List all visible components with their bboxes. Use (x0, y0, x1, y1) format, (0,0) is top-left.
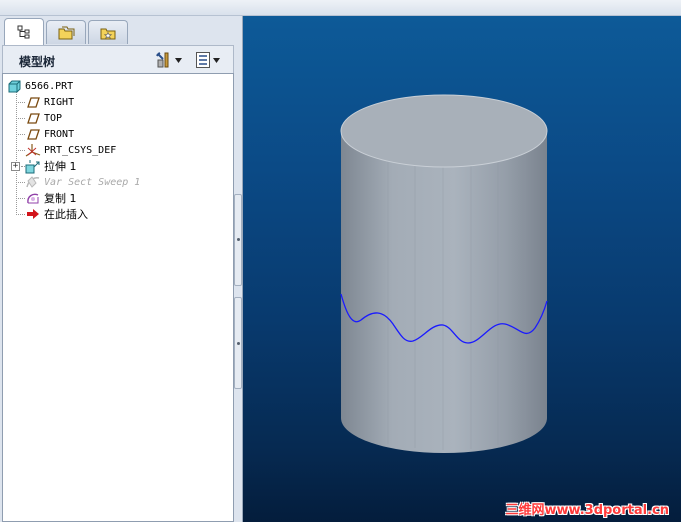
watermark-text: 三维网www.3dportal.cn (505, 503, 669, 518)
tree-root-label: 6566.PRT (25, 80, 74, 92)
graphics-viewport[interactable]: 三维网www.3dportal.cn (243, 16, 681, 522)
model-view (340, 94, 548, 453)
tree-connector (16, 89, 17, 215)
tree-root[interactable]: 6566.PRT (6, 78, 73, 94)
tree-item-label: TOP (44, 112, 63, 124)
tree-item-label: RIGHT (44, 96, 75, 108)
expand-toggle[interactable]: + (11, 162, 20, 171)
model-tree: 6566.PRT RIGHT TOP FRONT PRT_CSYS_DEF + … (2, 73, 234, 522)
tree-item-extrude[interactable]: 拉伸 1 (25, 158, 77, 174)
part-icon (6, 79, 22, 93)
tree-item-front[interactable]: FRONT (25, 126, 74, 142)
tree-show-button[interactable] (195, 50, 220, 70)
favorites-tab-icon (100, 28, 116, 39)
tab-folder-browser[interactable] (46, 20, 86, 44)
datum-plane-icon (25, 127, 41, 141)
tree-item-right[interactable]: RIGHT (25, 94, 74, 110)
tree-item-csys[interactable]: PRT_CSYS_DEF (25, 142, 116, 158)
tree-connector (16, 198, 25, 199)
tree-item-label: 拉伸 1 (44, 160, 77, 173)
model-tree-title: 模型树 (19, 55, 56, 69)
datum-plane-icon (25, 111, 41, 125)
tree-item-label: Var Sect Sweep 1 (44, 176, 141, 188)
tree-connector (16, 150, 25, 151)
navigator-tabs (2, 18, 242, 45)
tree-settings-icon (156, 52, 169, 68)
cylinder-top-face (340, 94, 548, 168)
pane-sash-upper[interactable] (234, 194, 242, 286)
tree-item-copy[interactable]: 复制 1 (25, 190, 77, 206)
navigator-pane: 模型树 6566.PRT RIGHT TOP FRONT PRT_CSYS_DE… (0, 16, 243, 522)
tree-item-label: 复制 1 (44, 192, 77, 205)
tree-connector (16, 134, 25, 135)
pane-sash-lower[interactable] (234, 297, 242, 389)
csys-icon (25, 143, 41, 157)
tree-item-label: 在此插入 (44, 208, 88, 221)
sweep-icon (25, 175, 41, 189)
top-toolbar-strip (0, 0, 681, 16)
insert-here-arrow-icon (25, 207, 41, 221)
copy-feature-icon (25, 191, 41, 205)
tree-item-label: FRONT (44, 128, 75, 140)
tree-connector (16, 118, 25, 119)
chevron-down-icon (213, 57, 220, 63)
extrude-icon (25, 159, 41, 173)
tab-favorites[interactable] (88, 20, 128, 44)
tree-item-var-sect-sweep[interactable]: Var Sect Sweep 1 (25, 174, 140, 190)
tree-item-label: PRT_CSYS_DEF (44, 144, 117, 156)
tree-connector (16, 214, 25, 215)
cylinder-body (341, 131, 547, 453)
tree-connector (16, 182, 25, 183)
tree-settings-button[interactable] (155, 50, 182, 70)
tree-item-insert-here[interactable]: 在此插入 (25, 206, 88, 222)
datum-plane-icon (25, 95, 41, 109)
chevron-down-icon (175, 57, 182, 63)
tree-show-icon (196, 52, 210, 68)
tab-model-tree[interactable] (4, 18, 44, 45)
tree-item-top[interactable]: TOP (25, 110, 62, 126)
model-tree-tab-icon (17, 25, 30, 39)
tree-connector (16, 102, 25, 103)
folder-browser-tab-icon (58, 26, 75, 39)
model-tree-header: 模型树 (2, 45, 234, 73)
